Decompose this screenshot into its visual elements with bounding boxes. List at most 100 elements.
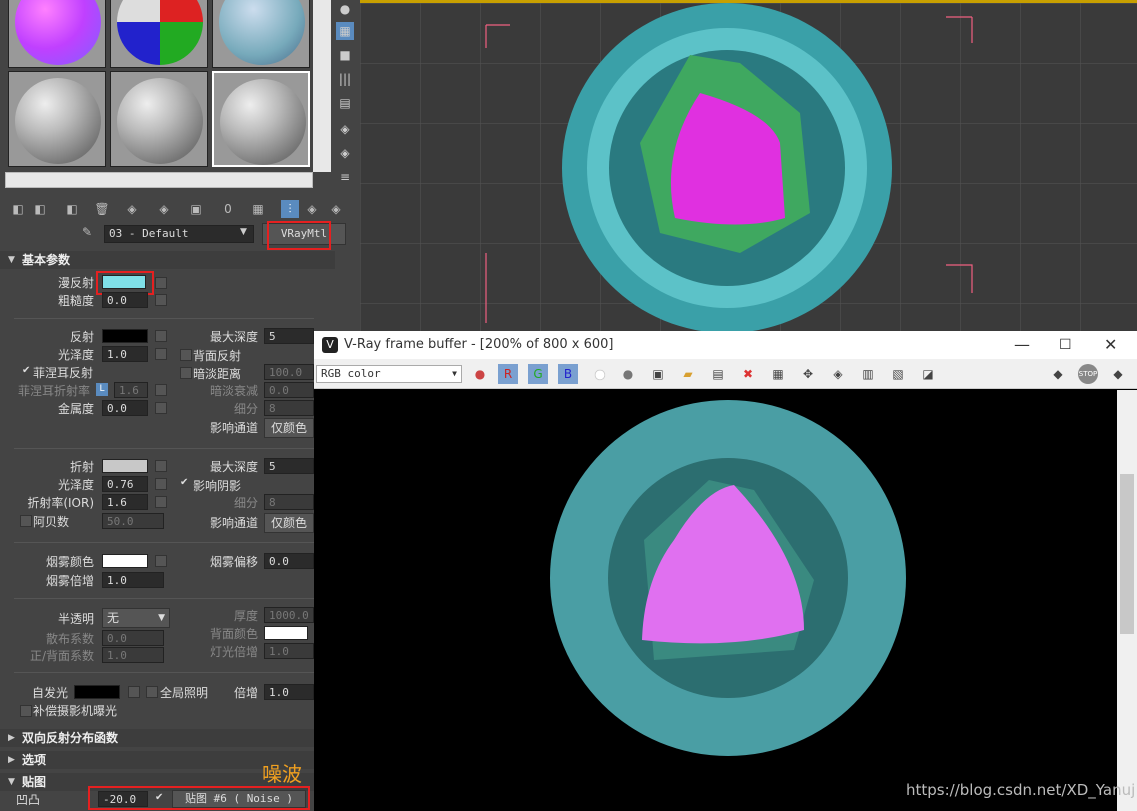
green-channel-button[interactable]: G (528, 364, 548, 384)
duplicate-icon[interactable]: ▦ (768, 364, 788, 384)
color-channels-icon[interactable]: ● (470, 364, 490, 384)
render-last-icon[interactable]: ◆ (1108, 364, 1128, 384)
back-color-swatch[interactable] (264, 626, 308, 640)
metalness-field[interactable]: 0.0 (102, 400, 148, 416)
sample-slot-4[interactable] (8, 71, 106, 167)
subdivs-field[interactable]: 8 (264, 400, 314, 416)
uv-tiling-icon[interactable]: ||| (336, 70, 354, 88)
track-mouse-icon[interactable]: ✥ (798, 364, 818, 384)
roughness-map-button[interactable] (155, 294, 167, 306)
mult-field[interactable]: 1.0 (264, 684, 314, 700)
vfb-vscroll-thumb[interactable] (1120, 474, 1134, 634)
affect-shadows-checkbox[interactable]: ✔ (180, 477, 188, 488)
maximize-icon[interactable]: ☐ (1059, 331, 1072, 359)
rollout-brdf[interactable]: ▶ 双向反射分布函数 (0, 729, 335, 747)
sample-slot-2[interactable] (110, 0, 208, 68)
dim-distance-checkbox[interactable] (180, 367, 192, 379)
show-map-icon[interactable]: ▦ (249, 200, 267, 218)
roughness-field[interactable]: 0.0 (102, 292, 148, 308)
fresnel-ior-field[interactable]: 1.6 (114, 382, 148, 398)
self-illum-swatch[interactable] (74, 685, 120, 699)
put-to-library-icon[interactable]: ◈ (155, 200, 173, 218)
thickness-field[interactable]: 1000.0 (264, 607, 314, 623)
dim-falloff-field[interactable]: 0.0 (264, 382, 314, 398)
scatter-coeff-field[interactable]: 0.0 (102, 630, 164, 646)
sample-slots-hscroll[interactable] (5, 172, 313, 188)
abbe-field[interactable]: 50.0 (102, 513, 164, 529)
lens-fx-icon[interactable]: ◪ (918, 364, 938, 384)
gi-checkbox[interactable] (146, 686, 158, 698)
sample-slot-3[interactable] (212, 0, 310, 68)
refr-gloss-field[interactable]: 0.76 (102, 476, 148, 492)
chevron-down-icon[interactable]: ▼ (240, 227, 247, 237)
fog-color-map-button[interactable] (155, 555, 167, 567)
options-icon[interactable]: ◈ (336, 144, 354, 162)
fog-multiplier-field[interactable]: 1.0 (102, 572, 164, 588)
refr-max-depth-field[interactable]: 5 (264, 458, 314, 474)
back-reflect-checkbox[interactable] (180, 349, 192, 361)
material-id-icon[interactable]: ▣ (187, 200, 205, 218)
pixel-info-icon[interactable]: ▥ (858, 364, 878, 384)
render-region-icon[interactable]: ◈ (828, 364, 848, 384)
reflect-map-button[interactable] (155, 330, 167, 342)
dim-distance-field[interactable]: 100.0 (264, 364, 314, 380)
light-mult-field[interactable]: 1.0 (264, 643, 314, 659)
stop-icon[interactable]: STOP (1078, 364, 1098, 384)
fwd-back-coeff-field[interactable]: 1.0 (102, 647, 164, 663)
background-icon[interactable]: ▦ (336, 22, 354, 40)
translucency-dropdown[interactable]: 无 ▼ (102, 608, 170, 628)
make-preview-icon[interactable]: ◈ (336, 120, 354, 138)
vfb-vscroll[interactable] (1117, 390, 1137, 811)
load-icon[interactable]: ▰ (678, 364, 698, 384)
refract-swatch[interactable] (102, 459, 148, 473)
render-teapot-icon[interactable]: ◆ (1048, 364, 1068, 384)
close-icon[interactable]: ✕ (1104, 331, 1117, 359)
max-depth-field[interactable]: 5 (264, 328, 314, 344)
minimize-icon[interactable]: — (1014, 331, 1030, 359)
alpha-icon[interactable]: ● (590, 364, 610, 384)
put-to-scene-icon[interactable]: ◧ (31, 200, 49, 218)
glossiness-field[interactable]: 1.0 (102, 346, 148, 362)
fresnel-checkbox[interactable]: ✔ (22, 365, 30, 376)
perspective-viewport[interactable] (360, 0, 1137, 333)
fresnel-ior-lock[interactable]: L (96, 383, 108, 396)
select-by-material-icon[interactable]: ≡ (336, 168, 354, 186)
ior-field[interactable]: 1.6 (102, 494, 148, 510)
refract-map-button[interactable] (155, 460, 167, 472)
sample-slot-5[interactable] (110, 71, 208, 167)
sample-slots-vscroll[interactable] (313, 0, 331, 172)
blue-channel-button[interactable]: B (558, 364, 578, 384)
clear-icon[interactable]: ✖ (738, 364, 758, 384)
eyedropper-icon[interactable]: ✎ (82, 225, 98, 241)
sample-slot-1[interactable] (8, 0, 106, 68)
get-material-icon[interactable]: ◧ (9, 200, 27, 218)
rollout-basic-params[interactable]: ▼ 基本参数 (0, 251, 335, 269)
go-to-parent-icon[interactable]: ◈ (303, 200, 321, 218)
ior-map-button[interactable] (155, 496, 167, 508)
delete-icon[interactable]: 🗑 (93, 200, 111, 218)
reflect-swatch[interactable] (102, 329, 148, 343)
material-name-field[interactable]: 03 - Default (104, 225, 254, 243)
red-channel-button[interactable]: R (498, 364, 518, 384)
refr-gloss-map-button[interactable] (155, 478, 167, 490)
diffuse-map-button[interactable] (155, 277, 167, 289)
show-end-result-icon[interactable]: ⫶ (281, 200, 299, 218)
refr-affect-channels-dropdown[interactable]: 仅颜色 (264, 513, 314, 533)
fog-bias-field[interactable]: 0.0 (264, 553, 314, 569)
sample-type-icon[interactable]: ● (336, 0, 354, 18)
fresnel-ior-map-button[interactable] (155, 384, 167, 396)
sample-slot-6[interactable] (212, 71, 310, 167)
glossiness-map-button[interactable] (155, 348, 167, 360)
video-check-icon[interactable]: ▤ (336, 94, 354, 112)
go-forward-icon[interactable]: ◈ (327, 200, 345, 218)
make-unique-icon[interactable]: ◈ (123, 200, 141, 218)
zoom-icon[interactable]: ▧ (888, 364, 908, 384)
save-icon[interactable]: ▣ (648, 364, 668, 384)
backlight-icon[interactable]: ■ (336, 46, 354, 64)
channel-zero-icon[interactable]: 0 (219, 200, 237, 218)
clipboard-icon[interactable]: ▤ (708, 364, 728, 384)
fog-color-swatch[interactable] (102, 554, 148, 568)
metalness-map-button[interactable] (155, 402, 167, 414)
refr-subdivs-field[interactable]: 8 (264, 494, 314, 510)
channel-dropdown[interactable]: RGB color ▼ (316, 365, 462, 383)
